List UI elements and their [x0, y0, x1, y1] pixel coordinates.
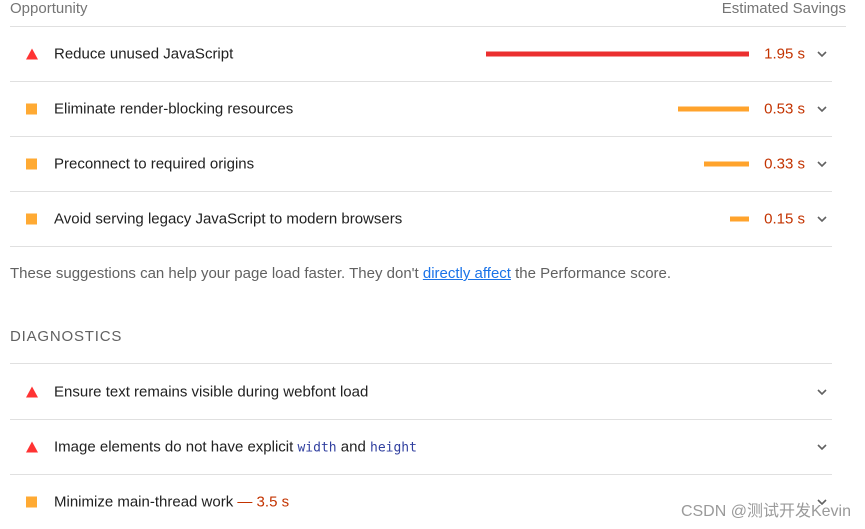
chevron-down-icon[interactable] [814, 384, 830, 400]
diagnostic-title-text: Minimize main-thread work [54, 493, 234, 510]
diagnostic-title-before: Image elements do not have explicit [54, 438, 298, 455]
chevron-down-icon[interactable] [814, 46, 830, 62]
chevron-down-icon[interactable] [814, 439, 830, 455]
orange-square-icon [26, 213, 37, 224]
savings-bar [704, 161, 749, 166]
diagnostic-title: Image elements do not have explicit widt… [54, 438, 417, 455]
chevron-down-icon[interactable] [814, 156, 830, 172]
diagnostic-title-mid: and [336, 438, 370, 455]
diagnostic-title: Ensure text remains visible during webfo… [54, 383, 369, 400]
red-triangle-icon [26, 441, 38, 452]
note-text-before: These suggestions can help your page loa… [10, 265, 423, 282]
diagnostics-heading: DIAGNOSTICS [10, 328, 123, 345]
opportunity-column-label: Opportunity [10, 0, 88, 17]
chevron-down-icon[interactable] [814, 101, 830, 117]
red-triangle-icon [26, 48, 38, 59]
opportunity-row-preconnect[interactable]: Preconnect to required origins 0.33 s [10, 136, 832, 192]
savings-bar [486, 51, 749, 56]
diagnostic-title: Minimize main-thread work — 3.5 s [54, 493, 289, 510]
orange-square-icon [26, 103, 37, 114]
opportunity-title: Avoid serving legacy JavaScript to moder… [54, 210, 403, 227]
opportunity-title: Reduce unused JavaScript [54, 45, 234, 62]
diagnostic-row-image-dimensions[interactable]: Image elements do not have explicit widt… [10, 419, 832, 475]
savings-value: 0.15 s [764, 210, 805, 227]
orange-square-icon [26, 158, 37, 169]
note-text-after: the Performance score. [510, 265, 672, 282]
directly-affect-link[interactable]: directly affect [423, 265, 511, 282]
savings-value: 0.53 s [764, 100, 805, 117]
savings-bar [730, 216, 749, 221]
code-height: height [370, 440, 417, 455]
diagnostic-savings: — 3.5 s [237, 493, 290, 510]
orange-square-icon [26, 496, 37, 507]
savings-value: 1.95 s [764, 45, 805, 62]
savings-value: 0.33 s [764, 155, 805, 172]
chevron-down-icon[interactable] [814, 211, 830, 227]
diagnostic-row-webfont[interactable]: Ensure text remains visible during webfo… [10, 364, 832, 420]
opportunity-title: Eliminate render-blocking resources [54, 100, 294, 117]
red-triangle-icon [26, 386, 38, 397]
estimated-savings-column-label: Estimated Savings [721, 0, 846, 17]
opportunity-row-legacy-js[interactable]: Avoid serving legacy JavaScript to moder… [10, 191, 832, 247]
opportunity-row-render-blocking[interactable]: Eliminate render-blocking resources 0.53… [10, 81, 832, 137]
opportunity-title: Preconnect to required origins [54, 155, 255, 172]
code-width: width [297, 440, 337, 455]
opportunity-row-unused-js[interactable]: Reduce unused JavaScript 1.95 s [10, 26, 832, 82]
watermark: CSDN @测试开发Kevin [680, 503, 851, 520]
opportunity-note: These suggestions can help your page loa… [10, 265, 671, 282]
savings-bar [678, 106, 749, 111]
opportunity-header: Opportunity Estimated Savings [10, 0, 846, 27]
